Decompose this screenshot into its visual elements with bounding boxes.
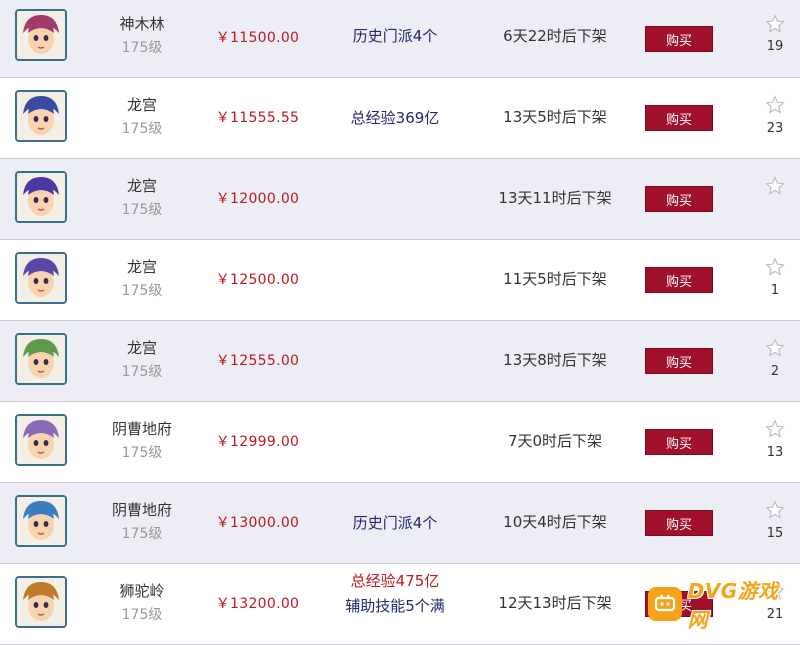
school-name: 龙宫 [126,258,157,276]
favorite-count: 13 [766,445,784,460]
buy-button[interactable]: 购买 [645,267,713,293]
highlight-text: 历史门派4个 [352,27,438,45]
highlight-text: 历史门派4个 [352,514,438,532]
school-name: 狮驼岭 [119,582,165,600]
star-icon[interactable] [765,176,785,196]
character-avatar[interactable] [15,9,67,61]
highlight-text: 总经验369亿 [350,109,440,127]
time-remaining: 13天11时后下架 [498,189,612,207]
character-avatar[interactable] [15,576,67,628]
buy-button[interactable]: 购买 [645,429,713,455]
listing-row: 神木林 175级 ￥11500.00 历史门派4个 6天22时后下架 购买 19 [0,0,800,78]
school-name: 神木林 [119,15,165,33]
buy-button[interactable]: 购买 [645,510,713,536]
favorite-count: 2 [770,364,780,379]
watermark: DVG游戏网 [648,579,798,632]
school-name: 阴曹地府 [111,501,172,519]
favorite-count: 19 [766,39,784,54]
buy-button[interactable]: 购买 [645,348,713,374]
price: ￥12000.00 [215,191,300,207]
watermark-text: DVG游戏网 [687,579,779,632]
price: ￥13000.00 [215,515,300,531]
character-level: 175级 [121,607,163,623]
character-avatar[interactable] [15,495,67,547]
character-level: 175级 [121,445,163,461]
character-avatar[interactable] [15,414,67,466]
star-icon[interactable] [765,257,785,277]
favorite-count: 23 [766,121,784,136]
price: ￥12999.00 [215,434,300,450]
time-remaining: 13天8时后下架 [503,351,607,369]
listing-row: 龙宫 175级 ￥12500.00 11天5时后下架 购买 1 [0,240,800,321]
listing-table: 神木林 175级 ￥11500.00 历史门派4个 6天22时后下架 购买 19 龙宫 175级… [0,0,800,645]
time-remaining: 7天0时后下架 [507,432,603,450]
time-remaining: 13天5时后下架 [503,108,607,126]
star-icon[interactable] [765,338,785,358]
school-name: 龙宫 [126,177,157,195]
star-icon[interactable] [765,419,785,439]
character-level: 175级 [121,202,163,218]
character-avatar[interactable] [15,252,67,304]
highlight-text: 辅助技能5个满 [345,597,445,615]
price: ￥11500.00 [215,30,300,46]
price: ￥12555.00 [215,353,300,369]
buy-button[interactable]: 购买 [645,26,713,52]
school-name: 龙宫 [126,96,157,114]
price: ￥11555.55 [215,110,300,126]
highlight-text: 总经验475亿 [350,572,440,590]
star-icon[interactable] [765,500,785,520]
buy-button[interactable]: 购买 [645,105,713,131]
character-level: 175级 [121,526,163,542]
time-remaining: 12天13时后下架 [498,594,612,612]
listing-row: 龙宫 175级 ￥12000.00 13天11时后下架 购买 [0,159,800,240]
character-avatar[interactable] [15,333,67,385]
character-level: 175级 [121,364,163,380]
highlights: 总经验369亿 [330,107,460,128]
listing-row: 阴曹地府 175级 ￥12999.00 7天0时后下架 购买 13 [0,402,800,483]
school-name: 龙宫 [126,339,157,357]
favorite-count: 1 [770,283,780,298]
price: ￥12500.00 [215,272,300,288]
character-level: 175级 [121,40,163,56]
character-avatar[interactable] [15,171,67,223]
game-controller-icon [648,587,682,621]
listing-row: 龙宫 175级 ￥11555.55 总经验369亿 13天5时后下架 购买 23 [0,78,800,159]
highlights: 历史门派4个 [330,512,460,533]
time-remaining: 6天22时后下架 [503,27,607,45]
highlights: 历史门派4个 [330,25,460,46]
time-remaining: 10天4时后下架 [503,513,607,531]
buy-button[interactable]: 购买 [645,186,713,212]
price: ￥13200.00 [215,596,300,612]
character-level: 175级 [121,121,163,137]
listing-row: 龙宫 175级 ￥12555.00 13天8时后下架 购买 2 [0,321,800,402]
star-icon[interactable] [765,14,785,34]
time-remaining: 11天5时后下架 [503,270,607,288]
character-level: 175级 [121,283,163,299]
highlights: 总经验475亿 辅助技能5个满 [330,570,460,616]
listing-row: 阴曹地府 175级 ￥13000.00 历史门派4个 10天4时后下架 购买 15 [0,483,800,564]
favorite-count: 15 [766,526,784,541]
star-icon[interactable] [765,95,785,115]
character-avatar[interactable] [15,90,67,142]
school-name: 阴曹地府 [111,420,172,438]
